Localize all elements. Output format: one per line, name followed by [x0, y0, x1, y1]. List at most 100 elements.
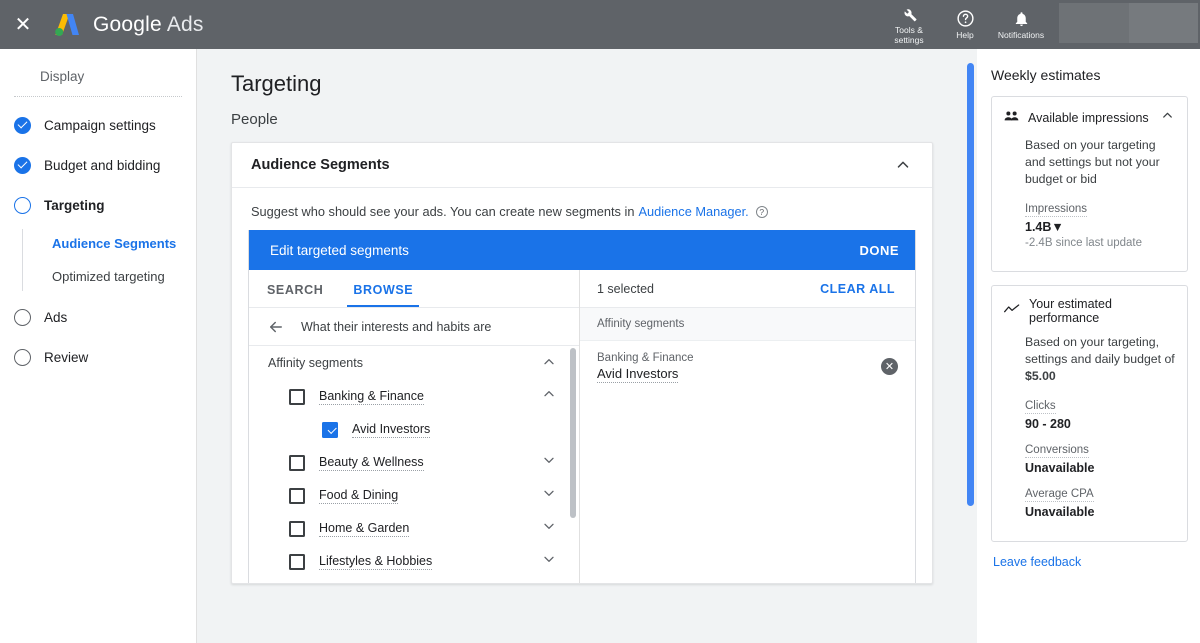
top-bar-actions: Tools & settings Help Notifications	[881, 0, 1200, 49]
sidebar-step-budget-and-bidding[interactable]: Budget and bidding	[0, 145, 196, 185]
done-button[interactable]: DONE	[859, 243, 899, 258]
tree-row-label: Banking & Finance	[319, 388, 424, 405]
tree-row-food-dining[interactable]: Food & Dining	[249, 479, 579, 512]
tree-row-label: Lifestyles & Hobbies	[319, 553, 433, 570]
audience-segments-card: Audience Segments Suggest who should see…	[231, 142, 933, 584]
checkbox-checked[interactable]	[322, 421, 338, 438]
card-description: Suggest who should see your ads. You can…	[232, 188, 932, 230]
selected-panel: 1 selected CLEAR ALL Affinity segments B…	[580, 270, 915, 583]
tree-row-beauty-wellness[interactable]: Beauty & Wellness	[249, 446, 579, 479]
impressions-card-title: Available impressions	[1028, 111, 1149, 125]
chevron-down-icon[interactable]	[541, 518, 557, 539]
tab-browse[interactable]: BROWSE	[347, 283, 420, 307]
tree-group-affinity-segments[interactable]: Affinity segments	[249, 346, 579, 380]
clicks-metric: Clicks 90 - 280	[1025, 396, 1111, 431]
estimated-performance-card: Your estimated performance Based on your…	[991, 285, 1188, 542]
sidebar-step-ads[interactable]: Ads	[0, 297, 196, 337]
google-ads-logo-icon	[52, 11, 82, 39]
tree-row-lifestyles-hobbies[interactable]: Lifestyles & Hobbies	[249, 545, 579, 578]
page-scrollbar-thumb[interactable]	[967, 63, 974, 506]
impressions-metric-change: -2.4B since last update	[1025, 237, 1142, 249]
conversions-value: Unavailable	[1025, 461, 1095, 475]
close-icon[interactable]: ✕	[0, 0, 46, 49]
remove-circle-icon[interactable]: ✕	[881, 358, 898, 375]
weekly-estimates-panel: Weekly estimates Available impressions B…	[977, 49, 1200, 643]
tree-row-avid-investors[interactable]: Avid Investors	[249, 413, 579, 446]
help-button[interactable]: Help	[937, 0, 993, 49]
clear-all-button[interactable]: CLEAR ALL	[820, 282, 895, 296]
editor-tabs: SEARCH BROWSE	[249, 270, 579, 308]
notifications-button[interactable]: Notifications	[993, 0, 1049, 49]
trend-down-icon: ▼	[1051, 220, 1064, 234]
chevron-up-icon[interactable]	[541, 386, 557, 407]
selected-header: 1 selected CLEAR ALL	[580, 270, 915, 308]
page-title: Targeting	[231, 71, 322, 96]
leave-feedback-link[interactable]: Leave feedback	[991, 555, 1188, 569]
performance-card-header: Your estimated performance	[1004, 297, 1175, 325]
chevron-down-icon[interactable]	[541, 551, 557, 572]
top-bar: ✕ Google Ads Tools & settings Help Notif…	[0, 0, 1200, 49]
trend-line-icon	[1004, 302, 1020, 320]
tab-search[interactable]: SEARCH	[267, 283, 323, 307]
checkbox[interactable]	[289, 454, 305, 471]
account-placeholder[interactable]	[1059, 3, 1198, 43]
conversions-metric: Conversions Unavailable	[1025, 440, 1111, 475]
sidebar-step-campaign-settings[interactable]: Campaign settings	[0, 105, 196, 145]
wrench-icon	[901, 4, 918, 24]
performance-description: Based on your targeting, settings and da…	[1004, 334, 1175, 385]
estimates-title: Weekly estimates	[991, 67, 1101, 83]
back-arrow-icon[interactable]	[267, 318, 285, 336]
section-title: People	[231, 111, 278, 128]
checkbox[interactable]	[289, 553, 305, 570]
editor-title: Edit targeted segments	[270, 242, 409, 258]
audience-manager-link[interactable]: Audience Manager.	[638, 204, 748, 219]
sidebar-step-targeting[interactable]: Targeting	[0, 185, 196, 225]
chevron-down-icon[interactable]	[541, 452, 557, 473]
tree-row-home-garden[interactable]: Home & Garden	[249, 512, 579, 545]
browse-panel: SEARCH BROWSE What their interests and h…	[249, 270, 580, 583]
chevron-up-icon[interactable]	[541, 354, 557, 373]
sidebar: Display Campaign settings Budget and bid…	[0, 49, 197, 643]
tree-row-label: Avid Investors	[352, 421, 431, 438]
impressions-metric-label: Impressions	[1025, 203, 1087, 217]
step-pending-icon	[14, 308, 31, 326]
checkbox[interactable]	[289, 487, 305, 504]
sidebar-step-label: Budget and bidding	[44, 157, 161, 173]
notifications-label: Notifications	[997, 29, 1045, 40]
available-impressions-card: Available impressions Based on your targ…	[991, 96, 1188, 272]
brand-text: Google Ads	[93, 13, 204, 37]
selected-count: 1 selected	[597, 281, 654, 296]
card-title: Audience Segments	[251, 157, 390, 173]
checkbox[interactable]	[289, 388, 305, 405]
tools-settings-button[interactable]: Tools & settings	[881, 0, 937, 49]
selected-item-name: Avid Investors	[597, 366, 679, 383]
tree-row-media-entertainment[interactable]: Media & Entertainment	[249, 578, 579, 583]
breadcrumb: What their interests and habits are	[249, 308, 579, 346]
tree-row-banking-finance[interactable]: Banking & Finance	[249, 380, 579, 413]
sidebar-substeps: Audience Segments Optimized targeting	[0, 227, 196, 293]
daily-budget-value: $5.00	[1025, 369, 1056, 383]
sidebar-step-label: Campaign settings	[44, 117, 156, 133]
tools-settings-label: Tools & settings	[894, 25, 924, 45]
sidebar-item-optimized-targeting[interactable]: Optimized targeting	[0, 260, 196, 293]
people-icon	[1004, 109, 1019, 127]
chevron-up-icon[interactable]	[1160, 108, 1175, 128]
sidebar-step-review[interactable]: Review	[0, 337, 196, 377]
chevron-up-icon[interactable]	[894, 156, 912, 174]
tree-group-label: Affinity segments	[268, 356, 363, 370]
chevron-down-icon[interactable]	[541, 485, 557, 506]
selected-item-parent: Banking & Finance	[597, 352, 694, 364]
step-complete-icon	[14, 156, 31, 174]
brand: Google Ads	[52, 11, 204, 39]
impressions-metric-value: 1.4B▼	[1025, 220, 1064, 234]
average-cpa-value: Unavailable	[1025, 505, 1095, 519]
help-icon	[956, 9, 975, 29]
card-header: Audience Segments	[232, 143, 932, 188]
conversions-label: Conversions	[1025, 444, 1089, 458]
tree-scrollbar[interactable]	[570, 348, 576, 518]
help-tooltip-icon[interactable]: ?	[755, 205, 768, 218]
sidebar-item-audience-segments[interactable]: Audience Segments	[0, 227, 196, 260]
impressions-metric: Impressions 1.4B▼ -2.4B since last updat…	[1025, 199, 1142, 249]
impressions-description: Based on your targeting and settings but…	[1025, 138, 1160, 186]
checkbox[interactable]	[289, 520, 305, 537]
